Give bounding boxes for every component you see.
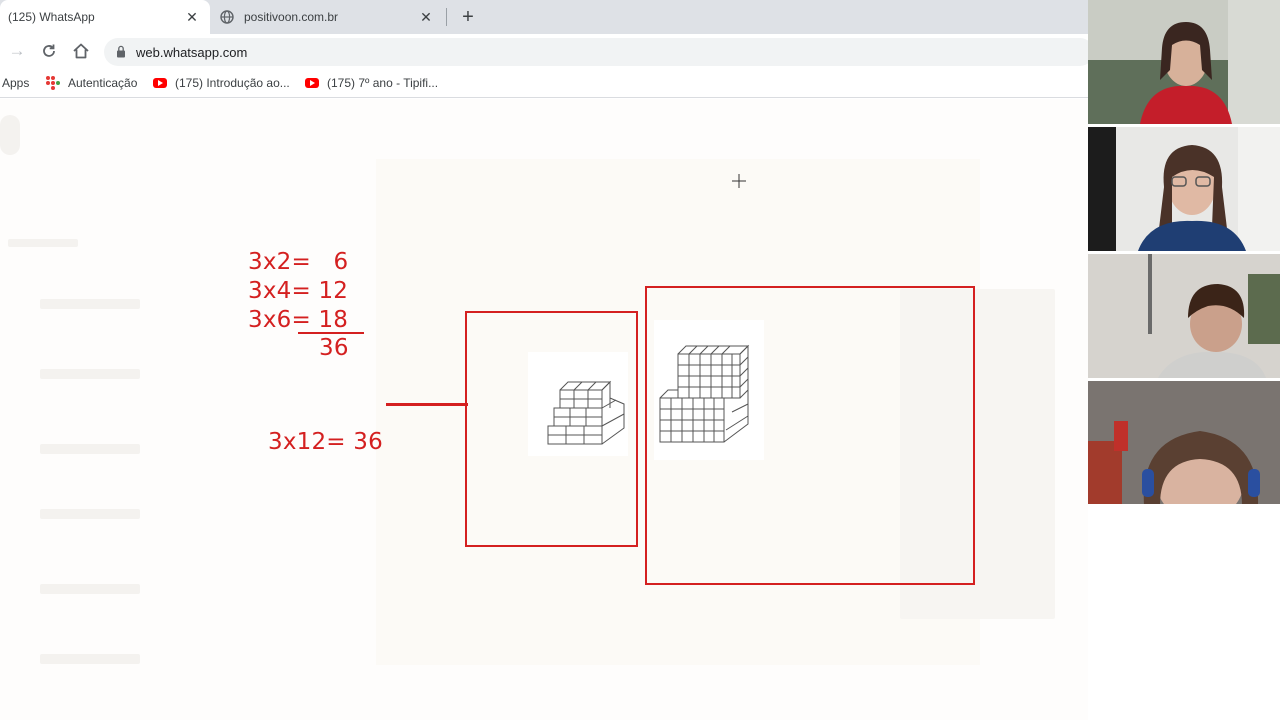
crosshair-cursor-icon	[732, 174, 746, 188]
bookmark-apps[interactable]: Apps	[2, 75, 29, 91]
right-panel-blank	[1088, 504, 1280, 720]
autenticacao-icon	[46, 76, 60, 90]
math-result: 3x12= 36	[268, 429, 383, 455]
video-tile-participant-4[interactable]	[1088, 381, 1280, 505]
avatar	[0, 115, 20, 155]
bookmark-label: (175) 7º ano - Tipifi...	[327, 76, 439, 90]
tab-title: (125) WhatsApp	[8, 10, 95, 24]
close-icon[interactable]: ✕	[184, 9, 200, 25]
video-tile-participant-3[interactable]	[1088, 254, 1280, 378]
bookmark-label: Autenticação	[68, 76, 138, 90]
chat-list-placeholder	[40, 584, 140, 594]
globe-icon	[220, 10, 234, 24]
new-tab-icon[interactable]: +	[458, 7, 478, 27]
tab-whatsapp[interactable]: (125) WhatsApp ✕	[0, 0, 210, 34]
video-call-panel	[1088, 0, 1280, 505]
chat-list-placeholder	[8, 239, 78, 247]
video-tile-participant-2[interactable]	[1088, 127, 1280, 251]
tab-separator	[446, 8, 447, 26]
bookmarks-bar: Apps Autenticação (175) Introdução ao...…	[0, 68, 1088, 98]
connector-line	[386, 403, 468, 406]
browser-toolbar: → web.whatsapp.com	[0, 34, 1094, 68]
bookmark-label: Apps	[2, 76, 30, 90]
address-bar[interactable]: web.whatsapp.com	[104, 38, 1094, 66]
tab-strip: (125) WhatsApp ✕ positivoon.com.br ✕ +	[0, 0, 1088, 34]
chat-list-placeholder	[40, 369, 140, 379]
math-line-3x4: 3x4= 12	[248, 278, 349, 304]
forward-arrow-icon[interactable]: →	[6, 40, 28, 62]
chat-list-placeholder	[40, 509, 140, 519]
bookmark-7-ano[interactable]: (175) 7º ano - Tipifi...	[305, 75, 438, 91]
sum-underline	[298, 332, 364, 334]
bookmark-label: (175) Introdução ao...	[175, 76, 290, 90]
video-tile-participant-1[interactable]	[1088, 0, 1280, 124]
large-cube-stair-figure	[654, 320, 764, 460]
lock-icon	[117, 45, 125, 58]
youtube-icon	[305, 78, 319, 88]
math-line-3x6: 3x6= 18	[248, 307, 349, 333]
math-sum: 36	[319, 335, 349, 361]
reload-icon[interactable]	[38, 40, 60, 62]
bookmark-autenticacao[interactable]: Autenticação	[44, 75, 137, 91]
chat-list-placeholder	[40, 654, 140, 664]
bookmark-introducao[interactable]: (175) Introdução ao...	[153, 75, 290, 91]
url-text: web.whatsapp.com	[136, 45, 248, 60]
close-icon[interactable]: ✕	[418, 9, 434, 25]
home-icon[interactable]	[70, 40, 92, 62]
chat-list-placeholder	[40, 444, 140, 454]
small-cube-stair-figure	[528, 352, 628, 456]
chat-list-placeholder	[40, 299, 140, 309]
tab-title: positivoon.com.br	[244, 10, 339, 24]
tab-positivoon[interactable]: positivoon.com.br ✕	[212, 0, 444, 34]
math-line-3x2: 3x2= 6	[248, 249, 349, 275]
youtube-icon	[153, 78, 167, 88]
